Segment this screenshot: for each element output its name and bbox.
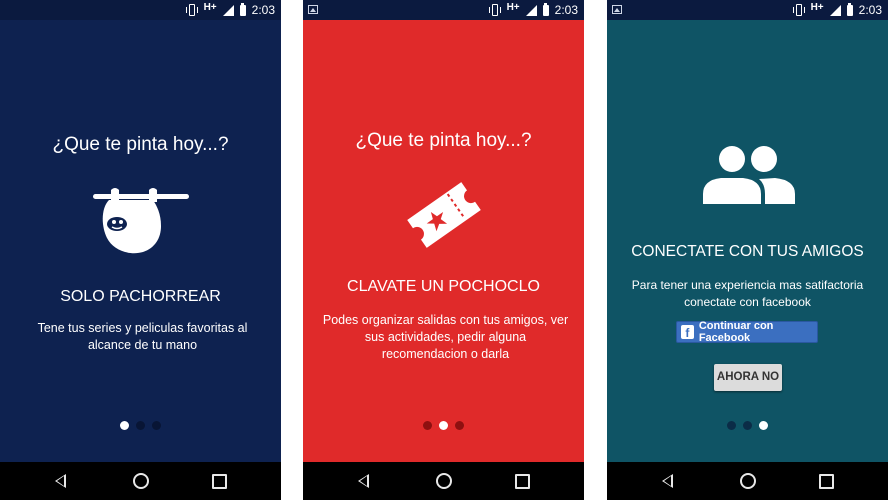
nav-bar — [303, 462, 584, 500]
onboarding-screen-1: H+ 2:03 ¿Que te pinta hoy...? SOLO PACHO… — [0, 0, 281, 500]
vibrate-icon — [792, 4, 805, 16]
signal-icon — [829, 4, 841, 16]
description: Tene tus series y peliculas favoritas al… — [37, 321, 248, 352]
page-dot — [439, 421, 448, 430]
heading: ¿Que te pinta hoy...? — [52, 134, 229, 155]
clock: 2:03 — [251, 3, 275, 17]
sloth-icon — [93, 188, 189, 254]
nav-bar — [0, 462, 281, 500]
title: CONECTATE CON TUS AMIGOS — [631, 243, 864, 260]
image-notification-icon — [612, 5, 622, 14]
heading: ¿Que te pinta hoy...? — [355, 130, 532, 151]
battery-icon — [239, 2, 246, 16]
page-indicator — [607, 421, 888, 430]
title: SOLO PACHORREAR — [60, 288, 221, 305]
home-icon[interactable] — [740, 473, 756, 489]
description: Para tener una experiencia mas satifacto… — [631, 278, 864, 309]
vibrate-icon — [488, 4, 501, 16]
title: CLAVATE UN POCHOCLO — [347, 278, 540, 295]
recents-icon[interactable] — [819, 474, 834, 489]
continue-with-facebook-button[interactable]: f Continuar con Facebook — [676, 320, 818, 344]
vibrate-icon — [185, 4, 198, 16]
ticket-icon — [407, 182, 481, 248]
page-dot — [759, 421, 768, 430]
back-icon[interactable] — [55, 474, 66, 488]
battery-icon — [542, 2, 549, 16]
back-icon[interactable] — [358, 474, 369, 488]
nav-bar — [607, 462, 888, 500]
clock: 2:03 — [858, 3, 882, 17]
battery-icon — [846, 2, 853, 16]
description: Podes organizar salidas con tus amigos, … — [322, 313, 569, 361]
clock: 2:03 — [554, 3, 578, 17]
status-bar: H+ 2:03 — [0, 0, 281, 20]
page-dot — [152, 421, 161, 430]
back-icon[interactable] — [662, 474, 673, 488]
page-indicator — [303, 421, 584, 430]
facebook-button-label: Continuar con Facebook — [698, 320, 774, 344]
page-dot — [743, 421, 752, 430]
network-type: H+ — [203, 1, 217, 13]
signal-icon — [222, 4, 234, 16]
people-icon — [703, 146, 795, 204]
page-dot — [727, 421, 736, 430]
signal-icon — [525, 4, 537, 16]
onboarding-screen-3: H+ 2:03 CONECTATE CON TUS AMIGOS Para te… — [607, 0, 888, 500]
home-icon[interactable] — [436, 473, 452, 489]
status-bar: H+ 2:03 — [607, 0, 888, 20]
page-indicator — [0, 421, 281, 430]
recents-icon[interactable] — [515, 474, 530, 489]
facebook-icon: f — [681, 325, 694, 339]
home-icon[interactable] — [133, 473, 149, 489]
onboarding-screen-2: H+ 2:03 ¿Que te pinta hoy...? CLAVATE UN… — [303, 0, 584, 500]
page-dot — [120, 421, 129, 430]
network-type: H+ — [810, 1, 824, 13]
network-type: H+ — [506, 1, 520, 13]
image-notification-icon — [308, 5, 318, 14]
skip-button[interactable]: AHORA NO — [714, 364, 782, 391]
recents-icon[interactable] — [212, 474, 227, 489]
page-dot — [455, 421, 464, 430]
page-dot — [136, 421, 145, 430]
status-bar: H+ 2:03 — [303, 0, 584, 20]
page-dot — [423, 421, 432, 430]
